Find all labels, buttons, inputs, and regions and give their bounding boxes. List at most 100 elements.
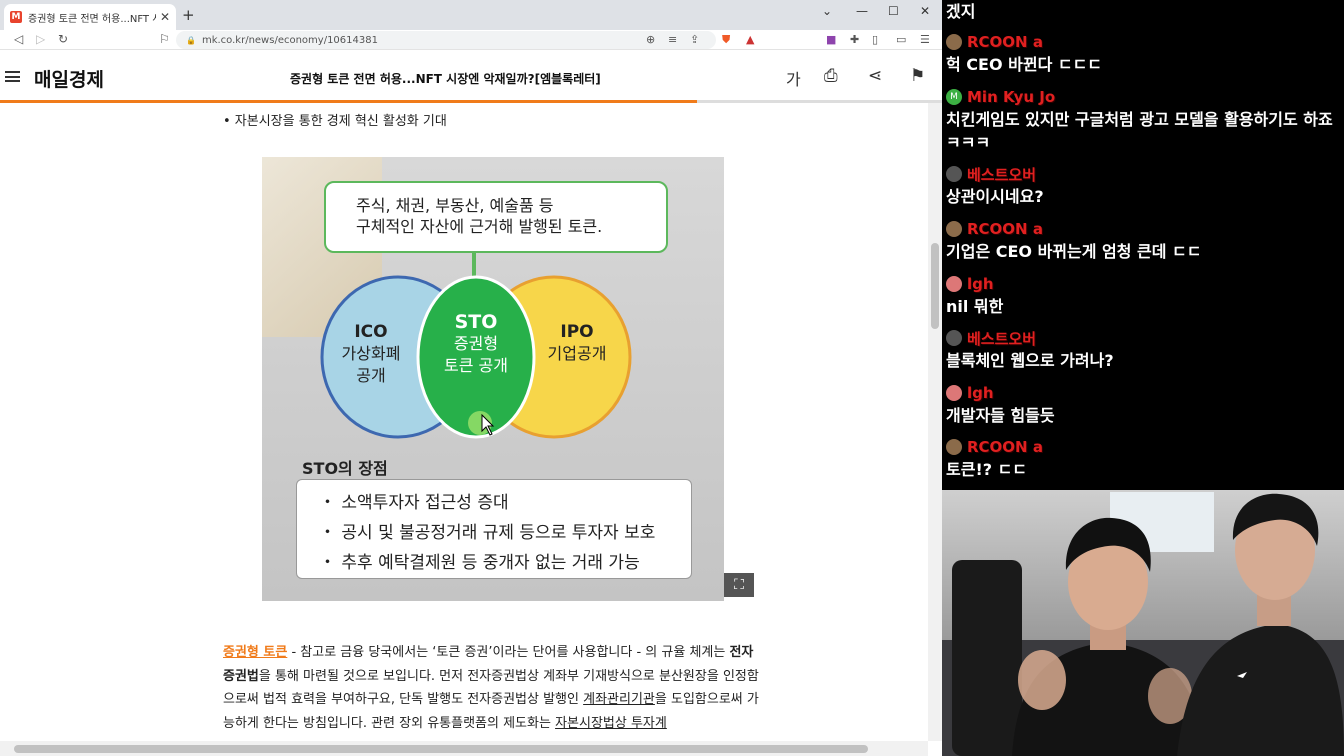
- forward-icon[interactable]: ▷: [36, 32, 45, 46]
- ico-line: 가상화폐: [341, 344, 401, 363]
- callout-line: 주식, 채권, 부동산, 예술품 등: [356, 196, 554, 215]
- article-body: • 자본시장을 통한 경제 혁신 활성화 기대 주식, 채권, 부동산, 예술품…: [0, 103, 928, 741]
- minimize-button[interactable]: —: [856, 4, 868, 18]
- avatar-icon: [946, 221, 962, 237]
- extension-m-icon[interactable]: ■: [826, 33, 836, 46]
- sto-figure-image[interactable]: 주식, 채권, 부동산, 예술품 등 구체적인 자산에 근거해 발행된 토큰. …: [262, 157, 724, 601]
- share-icon[interactable]: ⋖: [868, 66, 882, 86]
- chat-message: lgh nil 뭐한: [946, 273, 1003, 318]
- chat-text: 기업은 CEO 바뀌는게 엄청 큰데 ㄷㄷ: [946, 242, 1202, 261]
- zoom-icon[interactable]: ⊕: [646, 33, 655, 46]
- hamburger-menu-icon[interactable]: [5, 71, 20, 82]
- url-field[interactable]: 🔒 mk.co.kr/news/economy/10614381: [176, 31, 716, 49]
- chat-text: 상관이시네요?: [946, 187, 1044, 206]
- streamer-right: [1177, 493, 1344, 756]
- tab-close-icon[interactable]: ✕: [160, 10, 170, 24]
- chat-message: M Min Kyu Jo 치킨게임도 있지만 구글처럼 광고 모델을 활용하기도 …: [946, 86, 1340, 154]
- article-paragraph: 증권형 토큰 - 참고로 금융 당국에서는 ‘토큰 증권’이라는 단어를 사용합…: [223, 641, 763, 735]
- chat-username: lgh: [967, 275, 994, 293]
- share-icon[interactable]: ⇪: [690, 33, 699, 46]
- tab-active[interactable]: M 증권형 토큰 전면 허용...NFT 시장엔 악재일까?[엠블록레터] ✕: [4, 4, 176, 30]
- wallet-icon[interactable]: ▭: [896, 33, 906, 46]
- chat-text: 토큰!? ㄷㄷ: [946, 460, 1028, 479]
- chat-text: 치킨게임도 있지만 구글처럼 광고 모델을 활용하기도 하죠 ㅋㅋㅋ: [946, 110, 1333, 152]
- advantage-item: ・ 소액투자자 접근성 증대: [319, 493, 509, 513]
- avatar-icon: M: [946, 89, 962, 105]
- ipo-label: IPO 기업공개: [532, 321, 622, 365]
- para-link[interactable]: 계좌관리기관: [583, 692, 655, 707]
- bookmark-page-icon[interactable]: ⚐: [159, 32, 170, 46]
- favicon-icon: M: [10, 11, 22, 23]
- para-text: - 참고로 금융 당국에서는 ‘토큰 증권’이라는 단어를 사용합니다 - 의 …: [287, 645, 730, 660]
- vertical-scrollbar[interactable]: [928, 103, 942, 741]
- chat-username: Min Kyu Jo: [967, 88, 1056, 106]
- ico-line: 공개: [356, 366, 386, 385]
- chat-message: RCOON a 헉 CEO 바뀐다 ㄷㄷㄷ: [946, 31, 1102, 76]
- ico-title: ICO: [354, 322, 388, 342]
- advantage-item: ・ 공시 및 불공정거래 규제 등으로 투자자 보호: [319, 523, 656, 543]
- chat-text: 개발자들 힘들듯: [946, 406, 1055, 425]
- article-bullet: • 자본시장을 통한 경제 혁신 활성화 기대: [223, 114, 447, 129]
- font-size-button[interactable]: 가: [786, 66, 801, 90]
- sto-line: 증권형: [453, 334, 499, 353]
- new-tab-button[interactable]: +: [182, 6, 195, 24]
- chat-username: lgh: [967, 384, 994, 402]
- ipo-line: 기업공개: [547, 344, 607, 363]
- site-logo[interactable]: 매일경제: [34, 65, 104, 92]
- advantages-title: STO의 장점: [302, 459, 388, 478]
- extensions-puzzle-icon[interactable]: ✚: [850, 33, 859, 46]
- para-link[interactable]: 자본시장법상 투자계: [555, 716, 667, 731]
- tab-list-chevron-icon[interactable]: ⌄: [822, 4, 832, 18]
- chat-message: 겠지: [946, 0, 975, 23]
- chat-username: RCOON a: [967, 33, 1043, 51]
- chat-message: lgh 개발자들 힘들듯: [946, 382, 1055, 427]
- avatar-icon: [946, 276, 962, 292]
- chat-text: 헉 CEO 바뀐다 ㄷㄷㄷ: [946, 55, 1103, 74]
- brave-shield-icon[interactable]: ⛊: [722, 33, 730, 47]
- vertical-scroll-thumb[interactable]: [931, 243, 939, 329]
- bookmark-icon[interactable]: ⚑: [910, 66, 925, 86]
- avatar-icon: [946, 385, 962, 401]
- chat-message: RCOON a 토큰!? ㄷㄷ: [946, 436, 1043, 481]
- back-icon[interactable]: ◁: [14, 32, 23, 46]
- figure-callout: 주식, 채권, 부동산, 예술품 등 구체적인 자산에 근거해 발행된 토큰.: [324, 181, 668, 253]
- maximize-button[interactable]: ☐: [888, 4, 899, 18]
- reload-icon[interactable]: ↻: [58, 32, 68, 46]
- avatar-icon: [946, 330, 962, 346]
- keyword-link[interactable]: 증권형 토큰: [223, 645, 287, 660]
- article-headline: 증권형 토큰 전면 허용...NFT 시장엔 악재일까?[엠블록레터]: [290, 72, 601, 86]
- ico-label: ICO 가상화폐 공개: [326, 321, 416, 387]
- chat-username: 베스트오버: [967, 329, 1037, 348]
- chat-overlay: 겠지 RCOON a 헉 CEO 바뀐다 ㄷㄷㄷ M Min Kyu Jo 치킨게…: [942, 0, 1344, 490]
- horizontal-scrollbar[interactable]: [0, 741, 928, 756]
- close-window-button[interactable]: ✕: [920, 4, 930, 18]
- advantages-box: ・ 소액투자자 접근성 증대 ・ 공시 및 불공정거래 규제 등으로 투자자 보…: [296, 479, 692, 579]
- chat-username: RCOON a: [967, 220, 1043, 238]
- tab-bar: M 증권형 토큰 전면 허용...NFT 시장엔 악재일까?[엠블록레터] ✕ …: [0, 0, 942, 30]
- callout-line: 구체적인 자산에 근거해 발행된 토큰.: [356, 217, 603, 236]
- menu-icon[interactable]: ☰: [920, 33, 930, 46]
- expand-image-icon[interactable]: ⛶: [724, 573, 754, 597]
- webcam-feed: [942, 490, 1344, 756]
- chat-text: 겠지: [946, 2, 976, 21]
- chat-message: 베스트오버 블록체인 웹으로 가려나?: [946, 327, 1114, 372]
- chat-text: 블록체인 웹으로 가려나?: [946, 351, 1114, 370]
- reader-mode-icon[interactable]: ≡: [668, 33, 677, 46]
- browser-window: M 증권형 토큰 전면 허용...NFT 시장엔 악재일까?[엠블록레터] ✕ …: [0, 0, 942, 756]
- sto-label: STO 증권형 토큰 공개: [426, 311, 526, 377]
- ipo-title: IPO: [560, 322, 594, 342]
- avatar-icon: [946, 439, 962, 455]
- lock-icon: 🔒: [186, 35, 196, 45]
- advantage-item: ・ 추후 예탁결제원 등 중개자 없는 거래 가능: [319, 553, 640, 573]
- sidebar-icon[interactable]: ▯: [872, 33, 878, 46]
- print-icon[interactable]: ⎙: [824, 66, 838, 86]
- address-bar-row: ◁ ▷ ↻ ⚐ 🔒 mk.co.kr/news/economy/10614381…: [0, 30, 942, 50]
- rewards-triangle-icon[interactable]: ▲: [746, 33, 754, 46]
- chat-message: 베스트오버 상관이시네요?: [946, 163, 1044, 208]
- sto-title: STO: [454, 311, 498, 333]
- url-text: mk.co.kr/news/economy/10614381: [201, 34, 378, 46]
- tab-title: 증권형 토큰 전면 허용...NFT 시장엔 악재일까?[엠블록레터]: [28, 13, 156, 25]
- chat-username: RCOON a: [967, 438, 1043, 456]
- avatar-icon: [946, 34, 962, 50]
- horizontal-scroll-thumb[interactable]: [14, 745, 868, 753]
